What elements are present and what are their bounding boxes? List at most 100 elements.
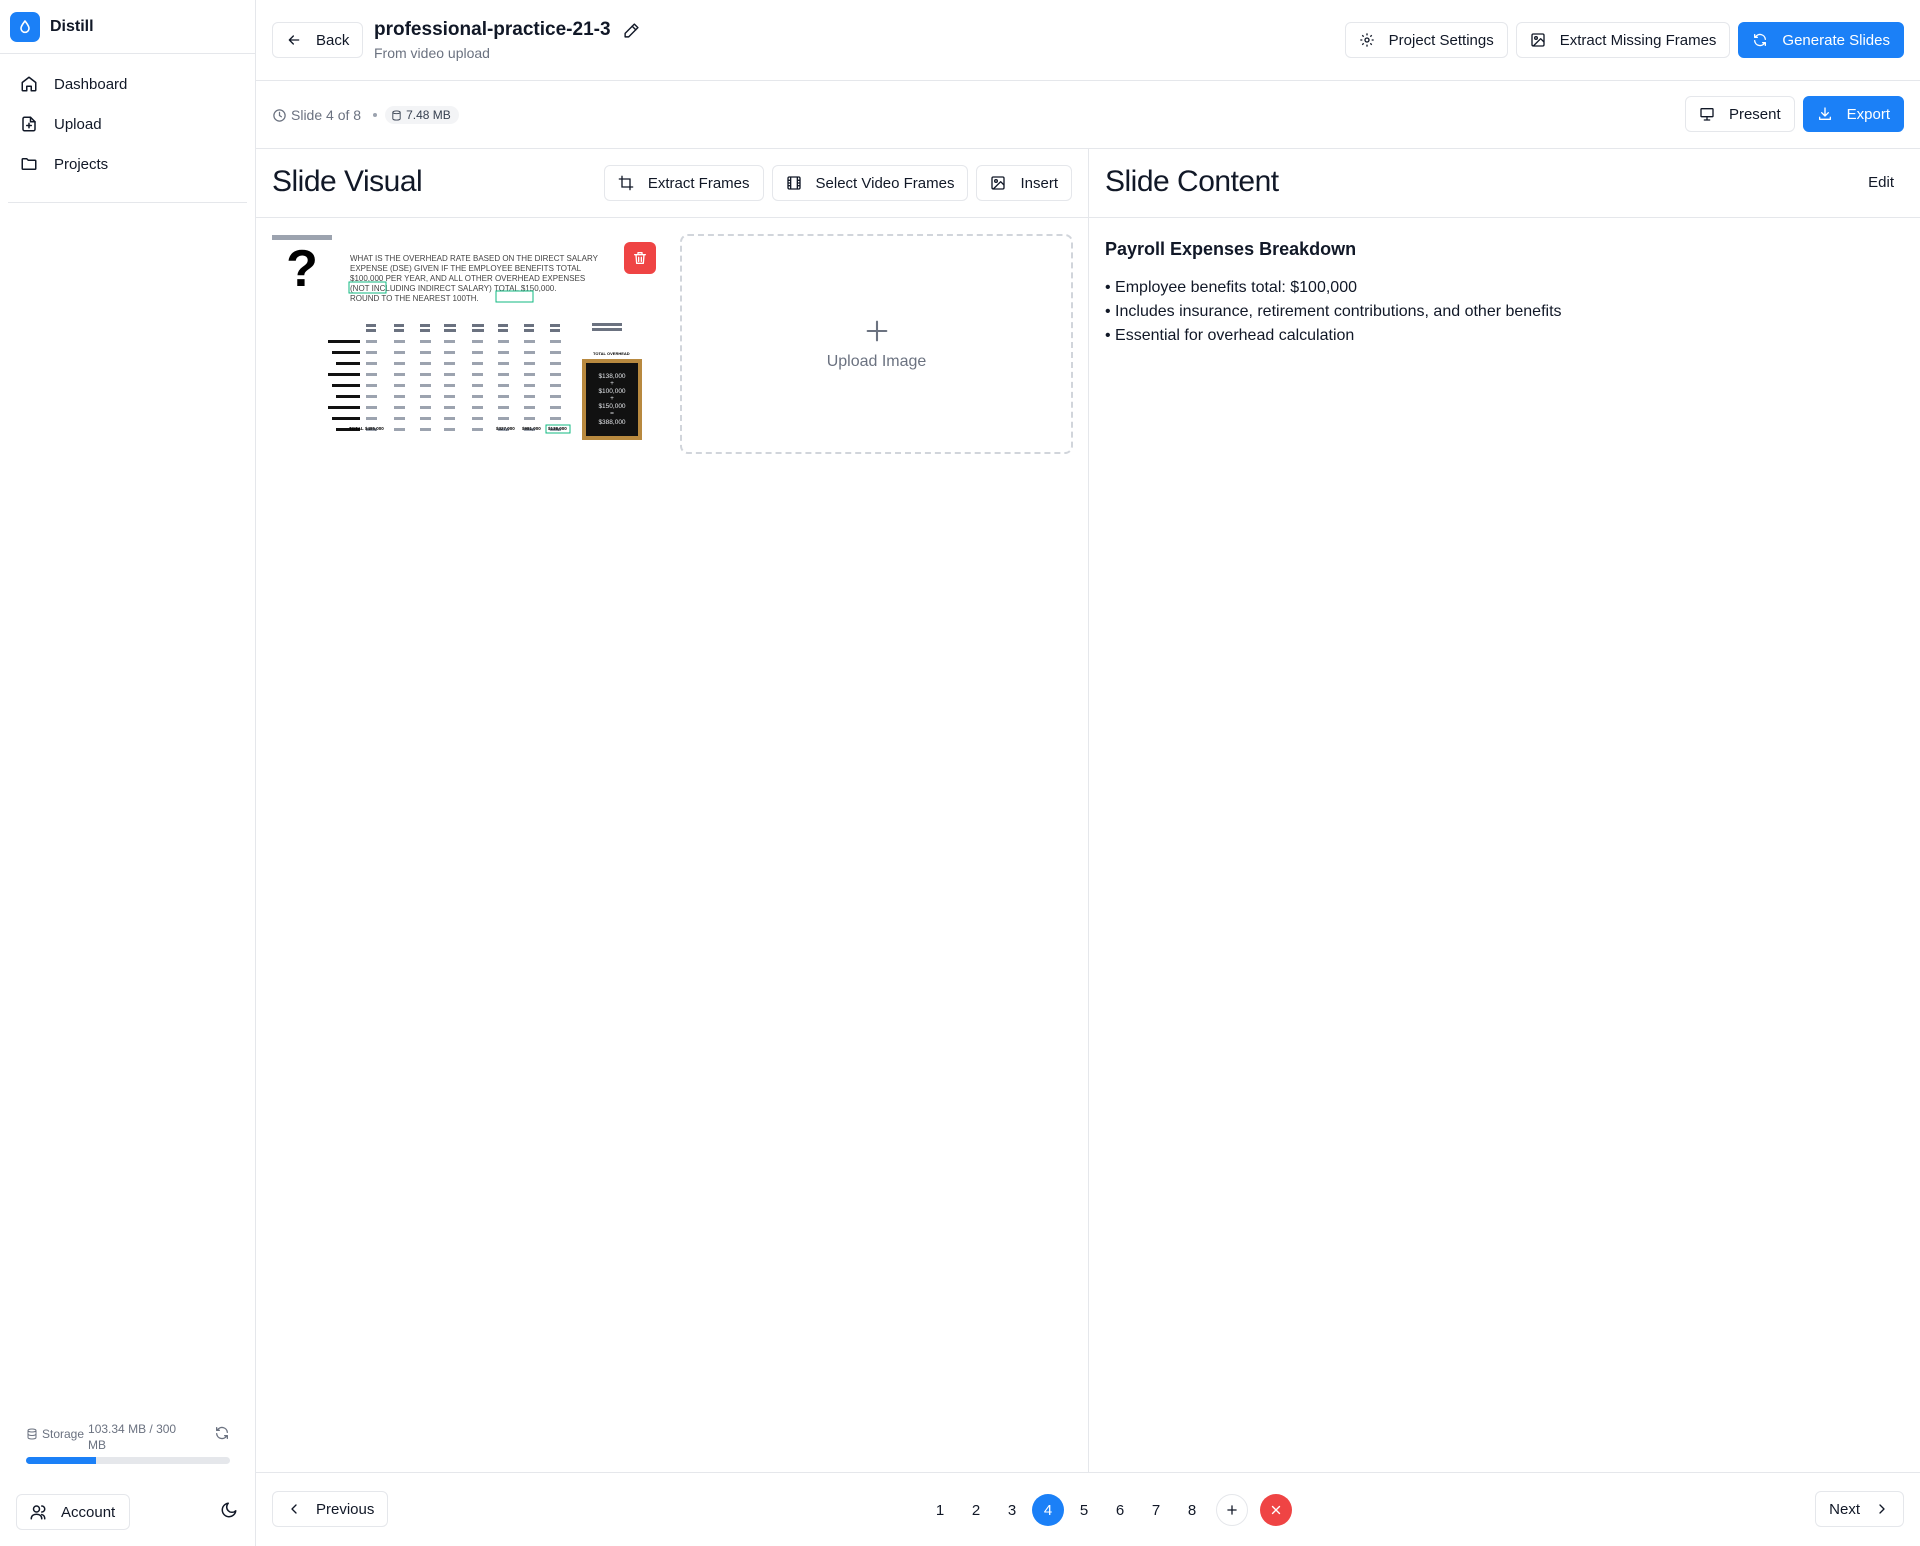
table-cell (444, 384, 455, 387)
delete-slide-button[interactable] (1260, 1494, 1292, 1526)
table-cell (394, 428, 405, 431)
sidebar-nav: Dashboard Upload Projects (0, 54, 255, 184)
pencil-edit-icon[interactable] (623, 22, 640, 39)
hard-drive-icon (392, 109, 401, 121)
next-button[interactable]: Next (1815, 1491, 1904, 1527)
board-line: $150,000 (598, 403, 625, 410)
table-cell (524, 362, 535, 365)
table-row-label (328, 340, 360, 343)
slide-visual-panel: Slide Visual Extract Frames Select Video… (256, 149, 1089, 1472)
generate-slides-button[interactable]: Generate Slides (1738, 22, 1904, 58)
presentation-icon (1700, 108, 1714, 121)
table-cell (498, 384, 509, 387)
table-cell (394, 384, 405, 387)
present-button[interactable]: Present (1684, 96, 1795, 132)
board-line: + (610, 380, 614, 387)
table-cell (366, 351, 377, 354)
table-cell (444, 428, 455, 431)
table-cell (394, 395, 405, 398)
chevron-left-icon (291, 1504, 297, 1514)
back-button[interactable]: Back (272, 22, 364, 58)
page-button-4[interactable]: 4 (1032, 1494, 1064, 1526)
slide-size-badge: 7.48 MB (385, 106, 459, 124)
table-cell (444, 395, 455, 398)
total-row-cell: TOTAL (349, 426, 364, 431)
previous-button[interactable]: Previous (272, 1491, 389, 1527)
delete-image-button[interactable] (624, 242, 656, 274)
extract-missing-frames-button[interactable]: Extract Missing Frames (1515, 22, 1731, 58)
export-button[interactable]: Export (1802, 96, 1904, 132)
edit-content-button[interactable]: Edit (1868, 174, 1894, 191)
page-button-2[interactable]: 2 (960, 1494, 992, 1526)
table-cell (420, 340, 431, 343)
theme-toggle-moon-icon[interactable] (220, 1501, 238, 1524)
sidebar-item-upload[interactable]: Upload (10, 104, 245, 144)
board-line: + (610, 395, 614, 402)
page-button-5[interactable]: 5 (1068, 1494, 1100, 1526)
table-cell (366, 384, 377, 387)
table-cell (444, 351, 455, 354)
sidebar-item-label: Dashboard (54, 75, 128, 93)
table-cell (444, 362, 455, 365)
app-name: Distill (50, 17, 94, 35)
plus-icon (1227, 1505, 1237, 1515)
list-item: • Employee benefits total: $100,000 (1105, 279, 1357, 296)
table-cell (550, 340, 561, 343)
chevron-right-icon (1879, 1504, 1885, 1514)
insert-button[interactable]: Insert (976, 165, 1072, 201)
refresh-storage-icon[interactable] (214, 1425, 230, 1444)
gear-icon (1359, 33, 1374, 47)
slide-meta: Slide 4 of 8 7.48 MB (272, 106, 459, 124)
close-icon (1271, 1505, 1281, 1515)
table-cell (420, 406, 431, 409)
slide-content-body: Payroll Expenses Breakdown • Employee be… (1089, 218, 1920, 368)
total-row-cell: $327,000 (496, 426, 515, 431)
table-cell (550, 417, 561, 420)
page-button-1[interactable]: 1 (924, 1494, 956, 1526)
project-title-block: professional-practice-21-3 From video up… (374, 19, 640, 61)
table-cell (420, 428, 431, 431)
table-cell (550, 351, 561, 354)
brand[interactable]: Distill (0, 0, 255, 54)
upload-image-dropzone[interactable]: Upload Image (680, 234, 1073, 454)
extract-frames-button[interactable]: Extract Frames (603, 165, 764, 201)
header-actions: Project Settings Extract Missing Frames … (1344, 22, 1904, 58)
table-cell (498, 395, 509, 398)
home-icon (21, 76, 37, 92)
table-cell (444, 340, 455, 343)
table-cell (394, 351, 405, 354)
question-mark: ? (286, 240, 318, 298)
table-cell (444, 373, 455, 376)
table-cell (550, 406, 561, 409)
table-cell (550, 395, 561, 398)
page-button-7[interactable]: 7 (1140, 1494, 1172, 1526)
slide-image-thumbnail[interactable]: ? WHAT IS THE OVERHEAD RATE BASED ON THE… (272, 234, 644, 454)
visual-actions: Extract Frames Select Video Frames Inser… (603, 165, 1072, 201)
board-line: $138,000 (598, 373, 625, 380)
table-cell (366, 395, 377, 398)
plus-icon (866, 320, 887, 342)
page-button-3[interactable]: 3 (996, 1494, 1028, 1526)
table-cell (366, 406, 377, 409)
slide-toolbar: Slide 4 of 8 7.48 MB Present Export (256, 81, 1920, 149)
table-cell (524, 340, 535, 343)
add-slide-button[interactable] (1216, 1494, 1248, 1526)
table-row-label (328, 406, 360, 409)
clock-icon (273, 108, 286, 122)
project-settings-button[interactable]: Project Settings (1344, 22, 1508, 58)
sidebar-item-label: Upload (54, 115, 102, 133)
select-video-frames-button[interactable]: Select Video Frames (771, 165, 969, 201)
page-button-8[interactable]: 8 (1176, 1494, 1208, 1526)
account-button[interactable]: Account (16, 1494, 131, 1530)
page-button-6[interactable]: 6 (1104, 1494, 1136, 1526)
sidebar-item-projects[interactable]: Projects (10, 144, 245, 184)
user-icon (30, 1505, 46, 1520)
trash-icon (634, 252, 646, 264)
slide-content-panel: Slide Content Edit Payroll Expenses Brea… (1089, 149, 1920, 1472)
sidebar-item-label: Projects (54, 155, 109, 173)
table-cell (420, 373, 431, 376)
editor-panels: Slide Visual Extract Frames Select Video… (256, 149, 1920, 1472)
table-cell (472, 395, 483, 398)
upload-image-label: Upload Image (826, 353, 927, 370)
sidebar-item-dashboard[interactable]: Dashboard (10, 64, 245, 104)
